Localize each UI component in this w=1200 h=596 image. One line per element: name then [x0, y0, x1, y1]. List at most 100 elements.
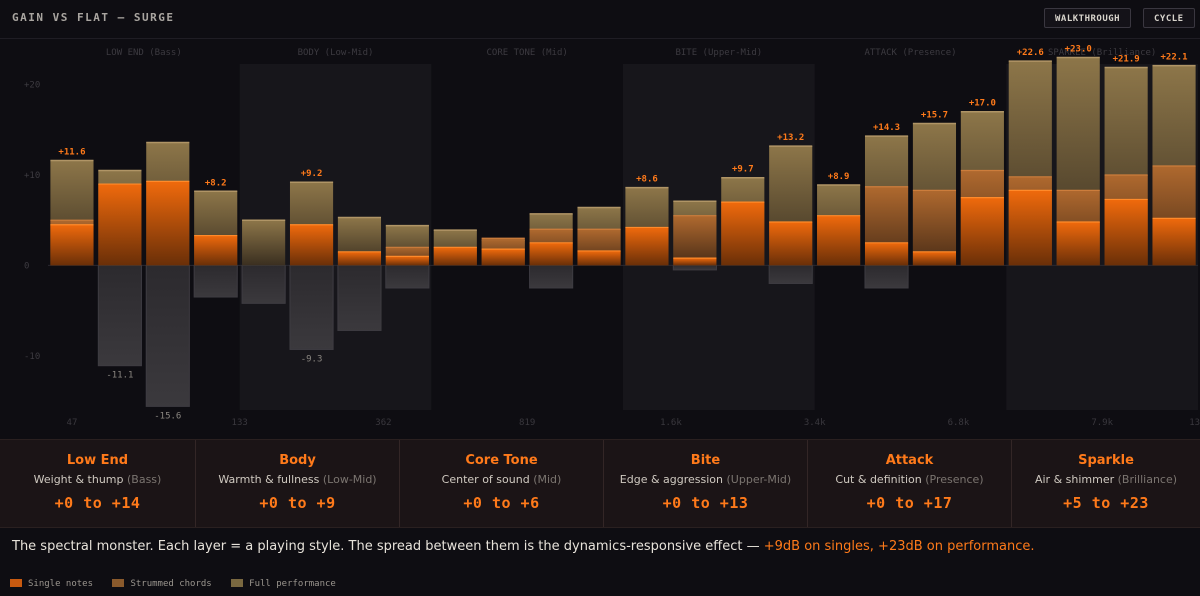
peak-label: +15.7	[921, 110, 948, 120]
band-card-name: Bite	[690, 453, 721, 468]
x-tick-label: 3.4k	[804, 418, 826, 428]
cut-bar	[97, 264, 142, 367]
cut-bar	[193, 264, 238, 298]
single-notes-bar	[337, 251, 382, 266]
single-notes-bar	[194, 235, 238, 266]
band-card-desc: Center of sound (Mid)	[441, 473, 562, 486]
band-card-name: Body	[279, 453, 316, 468]
peak-label: +21.9	[1113, 54, 1140, 64]
legend-swatch	[231, 579, 244, 587]
band-card-desc: Edge & aggression (Upper-Mid)	[619, 473, 792, 486]
single-notes-bar	[1152, 218, 1196, 266]
single-notes-bar	[912, 251, 957, 266]
band-card-desc: Cut & definition (Presence)	[835, 473, 984, 486]
peak-label: +8.9	[828, 172, 850, 182]
band-label: BITE (Upper-Mid)	[675, 48, 762, 58]
peak-label: +9.7	[732, 165, 754, 175]
single-notes-bar	[864, 242, 909, 266]
peak-label: +14.3	[873, 123, 900, 133]
band-label: LOW END (Bass)	[106, 48, 182, 58]
cut-label: -11.1	[106, 371, 133, 381]
cut-bar	[385, 264, 430, 289]
band-label: ATTACK (Presence)	[864, 48, 956, 58]
band-card-name: Sparkle	[1078, 453, 1134, 468]
band-card-low-end[interactable]: Low End Weight & thump (Bass) +0 to +14	[0, 440, 196, 527]
single-notes-bar	[1104, 199, 1148, 266]
legend-swatch	[10, 579, 22, 587]
cut-bar	[337, 264, 382, 331]
single-notes-bar	[98, 184, 142, 266]
x-tick-label: 819	[519, 418, 535, 428]
band-card-bite[interactable]: Bite Edge & aggression (Upper-Mid) +0 to…	[604, 440, 808, 527]
band-card-range: +0 to +13	[662, 494, 749, 512]
x-tick-label: 6.8k	[948, 418, 970, 428]
cut-bar	[241, 264, 286, 304]
legend-item-single: Single notes	[10, 579, 93, 589]
cut-label: -9.3	[301, 354, 323, 364]
single-notes-bar	[1056, 222, 1100, 266]
single-notes-bar	[1008, 190, 1052, 266]
band-card-sparkle[interactable]: Sparkle Air & shimmer (Brilliance) +5 to…	[1012, 440, 1200, 527]
band-card-range: +0 to +17	[866, 494, 953, 512]
single-notes-bar	[769, 222, 813, 266]
single-notes-bar	[50, 224, 94, 266]
single-notes-bar	[433, 247, 477, 266]
note-text: The spectral monster. Each layer = a pla…	[12, 539, 764, 554]
band-card-range: +0 to +9	[259, 494, 336, 512]
chart-title: GAIN VS FLAT — SURGE	[12, 11, 175, 24]
band-card-attack[interactable]: Attack Cut & definition (Presence) +0 to…	[808, 440, 1012, 527]
single-notes-bar	[625, 227, 669, 266]
legend-swatch	[112, 579, 125, 587]
band-card-body[interactable]: Body Warmth & fullness (Low-Mid) +0 to +…	[196, 440, 400, 527]
band-card-name: Attack	[885, 453, 934, 468]
cut-label: -15.6	[154, 411, 181, 421]
peak-label: +9.2	[301, 169, 323, 179]
walkthrough-button[interactable]: WALKTHROUGH	[1044, 8, 1132, 28]
band-cards: Low End Weight & thump (Bass) +0 to +14 …	[0, 439, 1200, 528]
peak-label: +23.0	[1065, 45, 1092, 55]
single-notes-bar	[289, 224, 334, 266]
single-notes-bar	[577, 250, 621, 266]
single-notes-bar	[721, 202, 765, 266]
spectral-chart: LOW END (Bass) BODY (Low-Mid) CORE TONE (M…	[24, 45, 1200, 428]
header: GAIN VS FLAT — SURGE WALKTHROUGH CYCLE	[0, 0, 1200, 39]
legend: Single notes Strummed chords Full perfor…	[10, 579, 350, 593]
band-card-name: Core Tone	[465, 453, 538, 468]
cut-bar	[289, 264, 334, 350]
x-tick-label: 1.6k	[660, 418, 682, 428]
band-card-desc: Warmth & fullness (Low-Mid)	[218, 473, 377, 486]
single-notes-bar	[960, 197, 1004, 266]
cycle-button[interactable]: CYCLE	[1143, 8, 1195, 28]
cut-bar	[864, 264, 909, 289]
y-tick-label: -10	[24, 352, 40, 362]
x-tick-label: 13.5k	[1189, 418, 1200, 428]
band-card-desc: Weight & thump (Bass)	[33, 473, 162, 486]
single-notes-bar	[385, 256, 429, 266]
peak-label: +8.2	[205, 178, 227, 188]
x-tick-label: 7.9k	[1091, 418, 1113, 428]
peak-label: +22.6	[1017, 48, 1044, 58]
band-label: BODY (Low-Mid)	[298, 48, 374, 58]
y-tick-label: +10	[24, 171, 40, 181]
cut-bar	[672, 264, 717, 271]
x-tick-label: 47	[67, 418, 78, 428]
cut-bar	[768, 264, 813, 284]
single-notes-bar	[481, 249, 525, 266]
single-notes-bar	[146, 181, 190, 266]
note-highlight: +9dB on singles, +23dB on performance.	[763, 539, 1035, 554]
legend-item-full: Full performance	[231, 579, 336, 589]
full-performance-bar	[242, 220, 286, 266]
single-notes-bar	[529, 242, 573, 266]
description-note: The spectral monster. Each layer = a pla…	[12, 539, 1035, 554]
band-card-core-tone[interactable]: Core Tone Center of sound (Mid) +0 to +6	[400, 440, 604, 527]
x-tick-label: 362	[375, 418, 391, 428]
peak-label: +17.0	[969, 99, 996, 109]
cut-bar	[145, 264, 190, 407]
band-card-name: Low End	[66, 453, 129, 468]
band-card-range: +0 to +14	[54, 494, 141, 512]
cut-bar	[529, 264, 574, 289]
y-tick-label: 0	[24, 261, 29, 271]
band-card-range: +0 to +6	[463, 494, 540, 512]
band-card-desc: Air & shimmer (Brilliance)	[1034, 473, 1178, 486]
x-tick-label: 133	[232, 418, 248, 428]
